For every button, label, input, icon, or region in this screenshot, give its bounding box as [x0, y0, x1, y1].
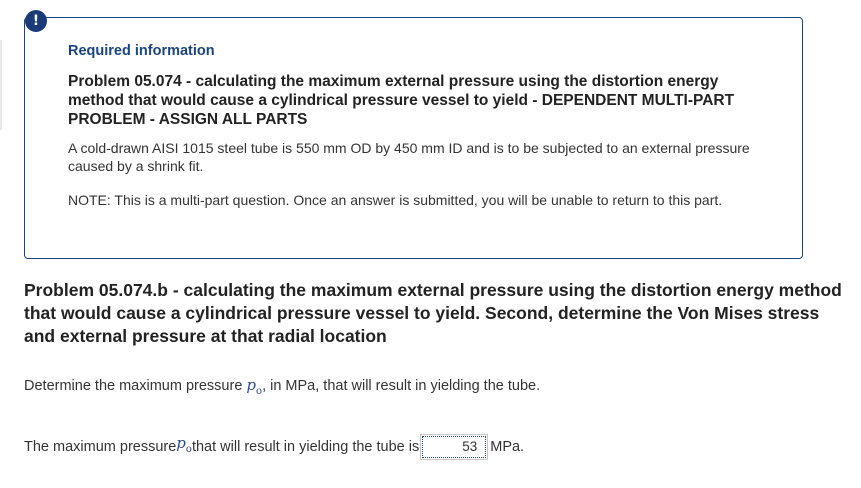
answer-variable-symbol: p	[176, 434, 186, 452]
answer-input[interactable]	[420, 433, 489, 460]
question-text-start: Determine the maximum pressure	[24, 378, 247, 394]
question-text: Determine the maximum pressure po, in MP…	[24, 376, 540, 401]
info-problem-title: Problem 05.074 - calculating the maximum…	[68, 73, 735, 128]
answer-text-end: that will result in yielding the tube is	[191, 438, 420, 455]
exclamation-icon: !	[25, 10, 47, 32]
required-info-panel: Required information Problem 05.074 - ca…	[24, 17, 803, 259]
problem-title: Problem 05.074.b - calculating the maxim…	[24, 280, 842, 346]
pressure-variable-symbol: p	[246, 376, 257, 394]
answer-pressure-variable: po	[176, 433, 192, 460]
answer-text-start: The maximum pressure	[24, 438, 177, 455]
required-info-content: Required information Problem 05.074 - ca…	[68, 42, 768, 225]
info-note: NOTE: This is a multi-part question. Onc…	[68, 192, 723, 208]
answer-unit: MPa.	[490, 438, 525, 455]
required-info-label: Required information	[68, 43, 215, 59]
info-description: A cold-drawn AISI 1015 steel tube is 550…	[68, 140, 750, 174]
pressure-variable: po	[246, 376, 262, 397]
question-text-end: , in MPa, that will result in yielding t…	[262, 378, 541, 394]
page-edge-marker	[0, 40, 2, 130]
answer-row: The maximum pressure po that will result…	[24, 433, 524, 460]
